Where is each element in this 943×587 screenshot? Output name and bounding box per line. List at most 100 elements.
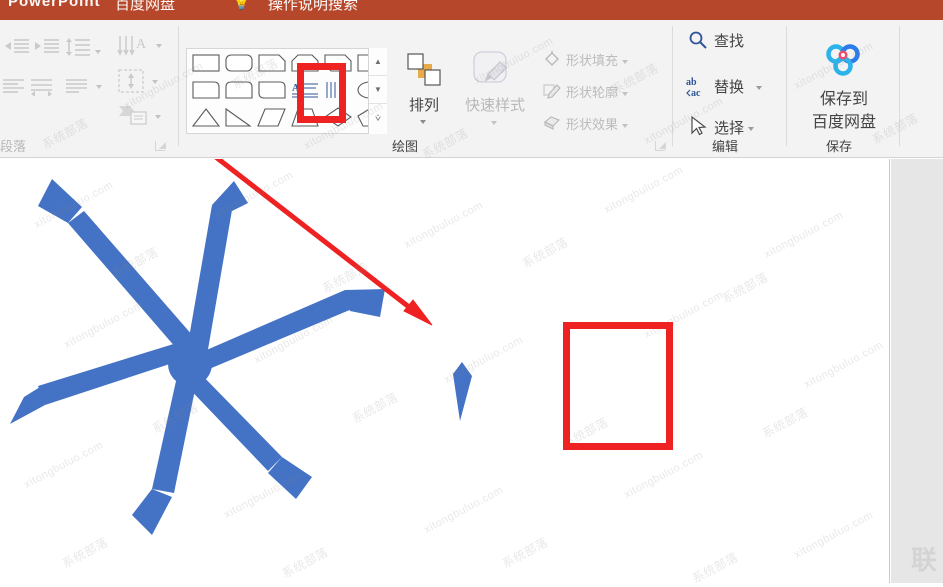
- group-divider: [786, 26, 787, 146]
- save-to-baidu-netdisk-button[interactable]: 保存到 百度网盘: [795, 88, 893, 134]
- canvas-shapes: [10, 159, 472, 535]
- shape-effects-dropdown-icon[interactable]: [622, 123, 629, 128]
- result-highlight-box: [563, 322, 673, 450]
- text-direction-icon[interactable]: A: [117, 34, 151, 58]
- watermark: xitongbuluo.com: [602, 164, 686, 216]
- watermark: 系统部落: [39, 116, 91, 152]
- tell-me-search-label[interactable]: 操作说明搜索: [268, 0, 358, 14]
- magnifier-icon[interactable]: [688, 30, 708, 50]
- watermark: xitongbuluo.com: [442, 334, 526, 386]
- drawing-group-label: 绘图: [392, 139, 419, 154]
- shape-parallelogram[interactable]: [257, 106, 287, 128]
- shape-effects-button[interactable]: 形状效果: [566, 114, 629, 133]
- align-text-dropdown-icon[interactable]: [152, 80, 158, 84]
- group-divider: [178, 26, 179, 146]
- shape-rectangle[interactable]: [191, 52, 221, 74]
- replace-dropdown-icon[interactable]: [756, 86, 763, 91]
- watermark: xitongbuluo.com: [222, 469, 306, 521]
- app-name-label: PowerPoint: [8, 0, 101, 10]
- columns-dropdown-icon[interactable]: [96, 85, 102, 89]
- columns-icon[interactable]: [65, 78, 91, 96]
- shape-outline-dropdown-icon[interactable]: [622, 91, 629, 96]
- quick-styles-icon[interactable]: [470, 48, 518, 92]
- gallery-scroll-down-button[interactable]: ▼: [369, 76, 387, 104]
- svg-text:ab: ab: [686, 77, 697, 88]
- slide-canvas[interactable]: xitongbuluo.com xitongbuluo.com xitongbu…: [0, 159, 890, 586]
- shape-outline-button[interactable]: 形状轮廓: [566, 82, 629, 101]
- watermark: xitongbuluo.com: [212, 169, 296, 221]
- watermark: xitongbuluo.com: [62, 299, 146, 351]
- align-justify-icon[interactable]: [30, 78, 54, 97]
- smartart-dropdown-icon[interactable]: [155, 115, 161, 119]
- shape-snip-single-corner-rectangle[interactable]: [257, 52, 287, 74]
- shape-round-same-side-corner-rectangle[interactable]: [224, 79, 254, 101]
- right-side-panel: 联: [891, 159, 943, 583]
- watermark: xitongbuluo.com: [22, 439, 106, 491]
- paragraph-group-label: 段落: [0, 139, 27, 154]
- shape-fill-label: 形状填充: [566, 53, 619, 68]
- drawing-dialog-launcher[interactable]: [655, 141, 666, 151]
- corner-watermark: 联: [910, 545, 939, 575]
- svg-text:ac: ac: [691, 88, 701, 98]
- ab-ac-replace-icon[interactable]: ab ac: [686, 76, 710, 99]
- quick-styles-dropdown-icon[interactable]: [491, 121, 497, 125]
- watermark: xitongbuluo.com: [32, 179, 116, 231]
- select-button[interactable]: 选择: [714, 117, 755, 138]
- watermark: xitongbuluo.com: [622, 449, 706, 501]
- shape-outline-label: 形状轮廓: [566, 85, 619, 100]
- align-text-icon[interactable]: [117, 68, 147, 94]
- save-group-label: 保存: [826, 139, 853, 154]
- cursor-arrow-icon[interactable]: [690, 115, 708, 136]
- gallery-more-button[interactable]: ⩒: [369, 104, 387, 132]
- shape-rounded-rectangle[interactable]: [224, 52, 254, 74]
- convert-to-smartart-icon[interactable]: [118, 102, 150, 126]
- pointer-arrow: [214, 159, 433, 326]
- title-bar: PowerPoint 百度网盘 💡 操作说明搜索: [0, 0, 943, 20]
- find-label: 查找: [714, 33, 745, 50]
- shape-fill-button[interactable]: 形状填充: [566, 50, 629, 69]
- save-to-label-line2: 百度网盘: [811, 114, 876, 131]
- thin-diamond-shape: [453, 362, 472, 421]
- watermark: 系统部落: [689, 550, 741, 586]
- shapes-gallery[interactable]: A A: [186, 48, 387, 134]
- paint-bucket-icon[interactable]: [543, 50, 561, 68]
- shape-right-triangle[interactable]: [224, 106, 254, 128]
- find-button[interactable]: 查找: [714, 30, 744, 51]
- watermark: 系统部落: [59, 535, 111, 571]
- lightbulb-icon: 💡: [232, 0, 251, 11]
- editing-group-label: 编辑: [712, 139, 739, 154]
- shape-round-diagonal-corner-rectangle[interactable]: [257, 79, 287, 101]
- line-spacing-icon[interactable]: [65, 38, 91, 56]
- pencil-outline-icon[interactable]: [543, 82, 561, 100]
- shapes-gallery-scrollbar[interactable]: ▲ ▼ ⩒: [368, 48, 387, 134]
- select-dropdown-icon[interactable]: [748, 127, 755, 132]
- quick-styles-button-label[interactable]: 快速样式: [453, 98, 537, 113]
- watermark: 系统部落: [759, 405, 811, 441]
- snowflake-shape: [10, 179, 385, 535]
- shape-isosceles-triangle[interactable]: [191, 106, 221, 128]
- watermark: 系统部落: [519, 235, 571, 271]
- select-label: 选择: [714, 120, 745, 137]
- arrange-dropdown-icon[interactable]: [420, 120, 426, 124]
- baidu-netdisk-icon[interactable]: [819, 42, 867, 80]
- increase-indent-icon[interactable]: [32, 38, 60, 56]
- shape-effects-icon[interactable]: [543, 114, 561, 132]
- shape-effects-label: 形状效果: [566, 117, 619, 132]
- gallery-scroll-up-button[interactable]: ▲: [369, 48, 387, 76]
- line-spacing-dropdown-icon[interactable]: [95, 50, 101, 54]
- arrange-button-label[interactable]: 排列: [400, 98, 448, 113]
- watermark: 系统部落: [349, 390, 401, 426]
- paragraph-dialog-launcher[interactable]: [155, 141, 166, 151]
- arrange-icon[interactable]: [404, 50, 444, 90]
- shape-fill-dropdown-icon[interactable]: [622, 59, 629, 64]
- replace-button[interactable]: 替换: [714, 76, 763, 97]
- text-direction-dropdown-icon[interactable]: [156, 44, 162, 48]
- shape-round-single-corner-rectangle[interactable]: [191, 79, 221, 101]
- decrease-indent-icon[interactable]: [2, 38, 30, 56]
- group-divider: [899, 26, 900, 146]
- save-to-label-line1: 保存到: [819, 91, 868, 108]
- titlebar-baidu-netdisk-label[interactable]: 百度网盘: [115, 0, 175, 14]
- align-left-icon[interactable]: [2, 78, 26, 96]
- watermark: 系统部落: [109, 245, 161, 281]
- source-highlight-box: [297, 63, 346, 123]
